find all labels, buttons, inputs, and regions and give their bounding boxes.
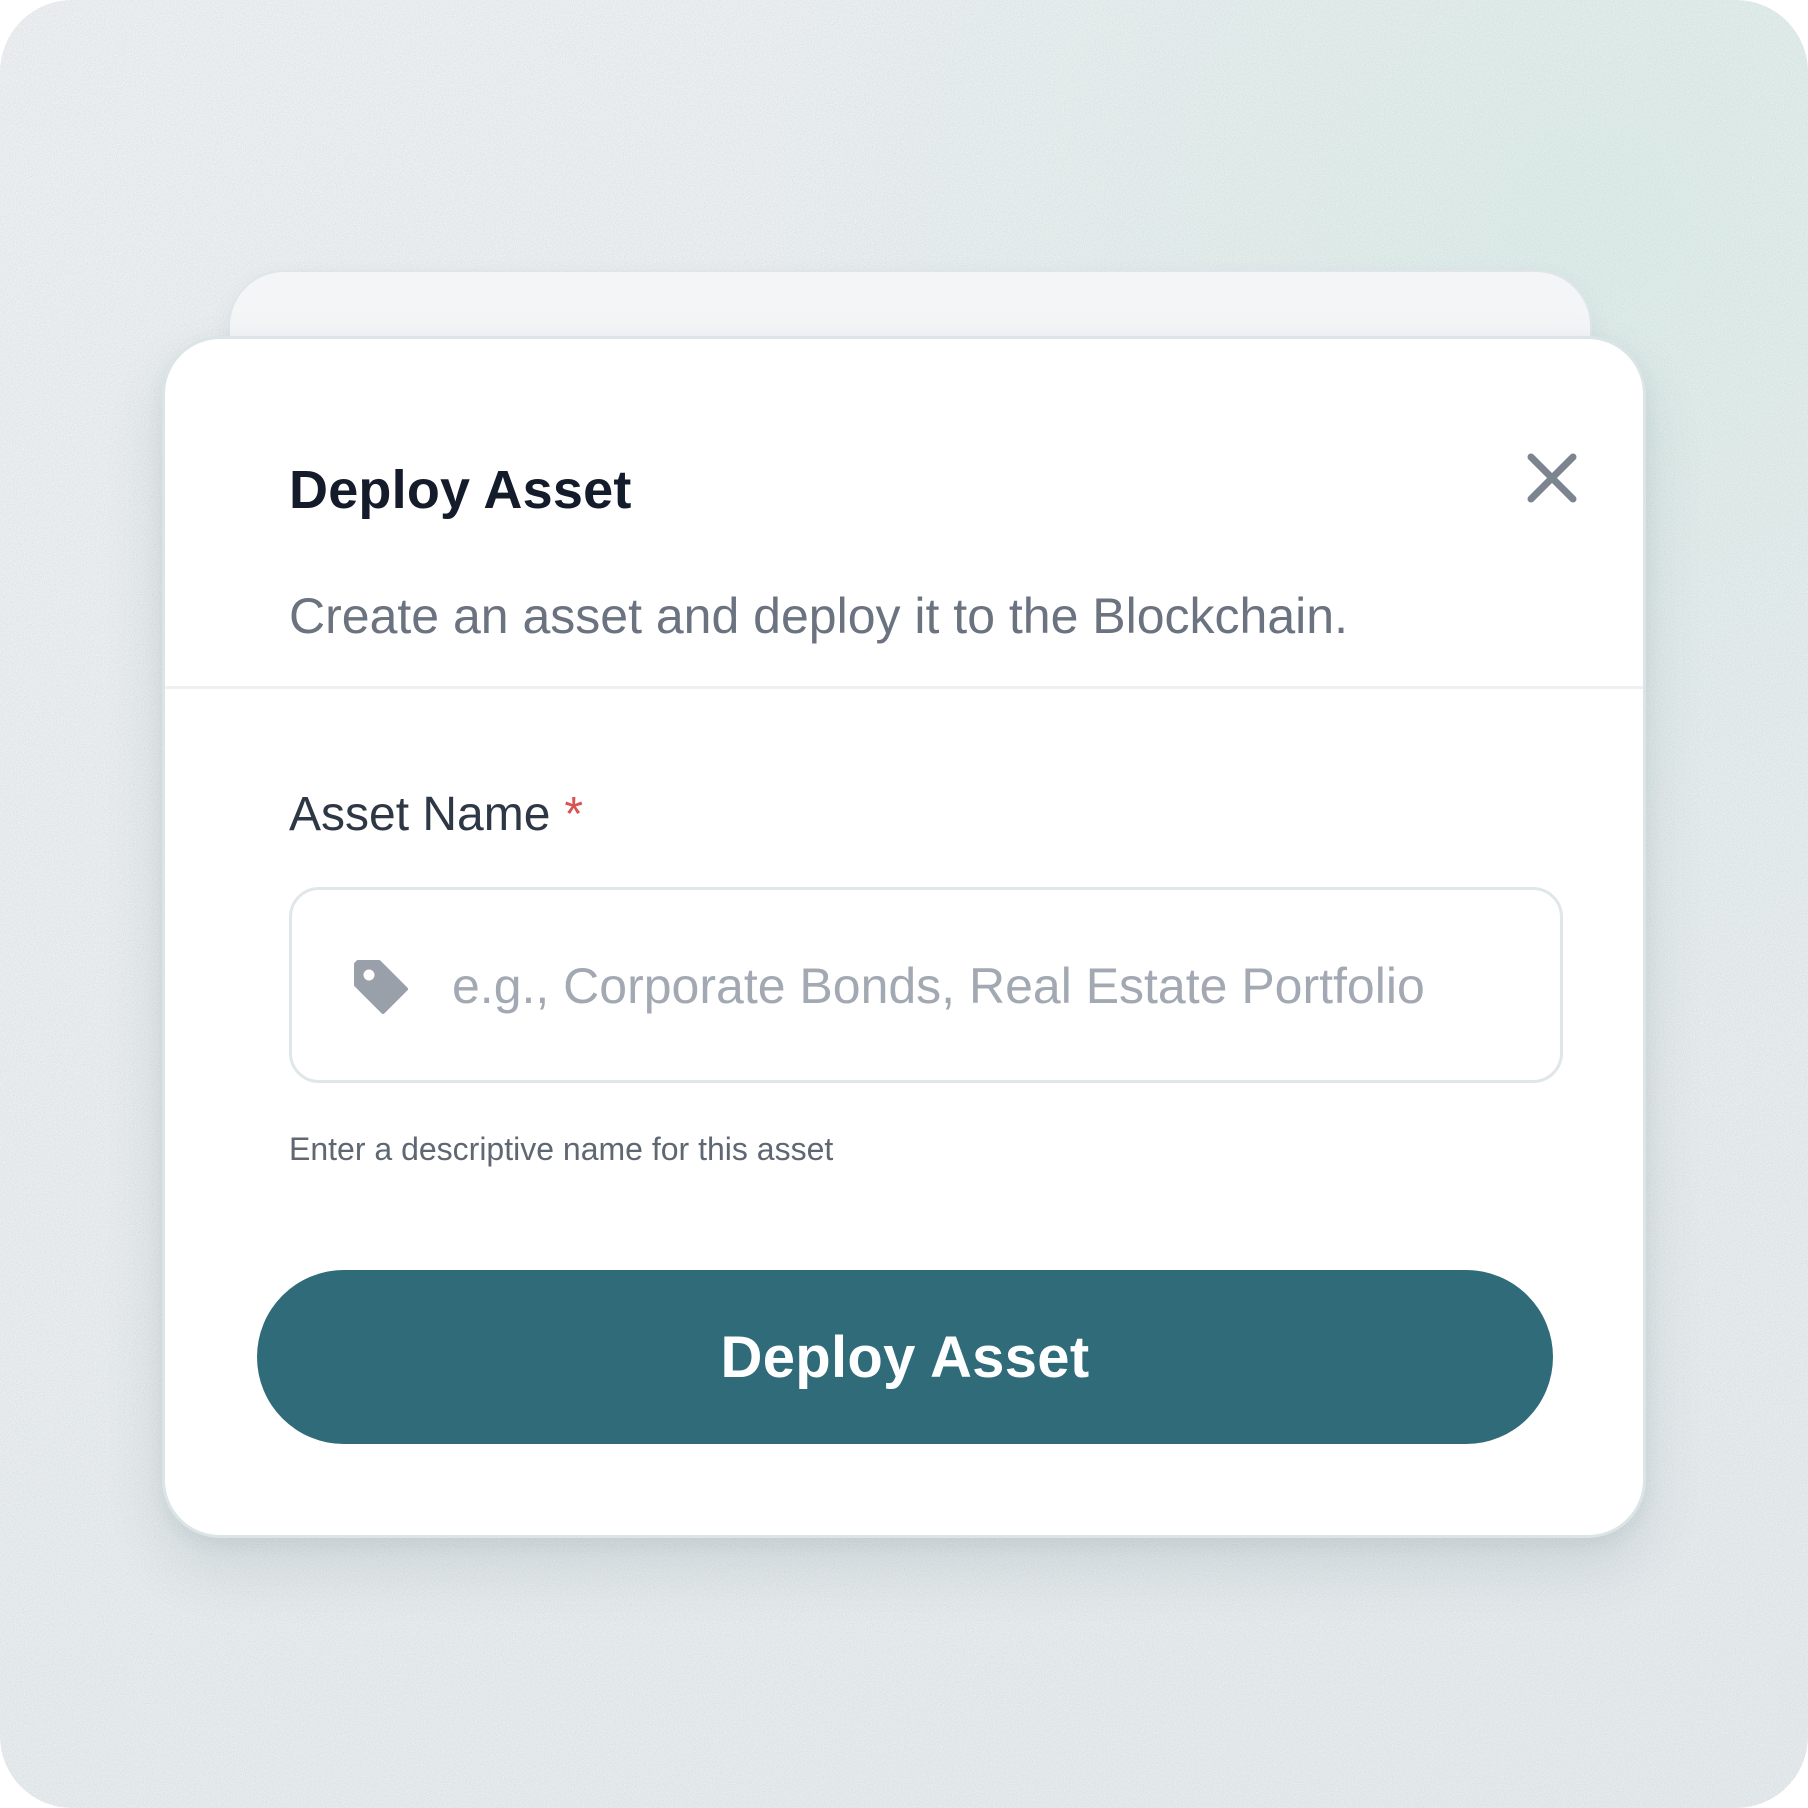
- asset-name-help-text: Enter a descriptive name for this asset: [289, 1131, 834, 1167]
- deploy-asset-button[interactable]: Deploy Asset: [257, 1270, 1553, 1444]
- header-divider: [165, 686, 1643, 689]
- background: Deploy Asset Create an asset and deploy …: [0, 0, 1808, 1808]
- dialog-subtitle: Create an asset and deploy it to the Blo…: [289, 588, 1348, 644]
- asset-name-input[interactable]: [452, 940, 1532, 1032]
- close-button[interactable]: [1517, 443, 1587, 513]
- dialog-title: Deploy Asset: [289, 460, 632, 520]
- asset-name-label: Asset Name *: [289, 791, 583, 839]
- deploy-asset-dialog: Deploy Asset Create an asset and deploy …: [162, 336, 1646, 1538]
- asset-name-input-wrapper[interactable]: [289, 887, 1563, 1083]
- required-marker: *: [564, 788, 584, 841]
- asset-name-label-text: Asset Name: [289, 788, 551, 841]
- close-icon: [1527, 453, 1577, 503]
- tag-icon: [354, 960, 408, 1014]
